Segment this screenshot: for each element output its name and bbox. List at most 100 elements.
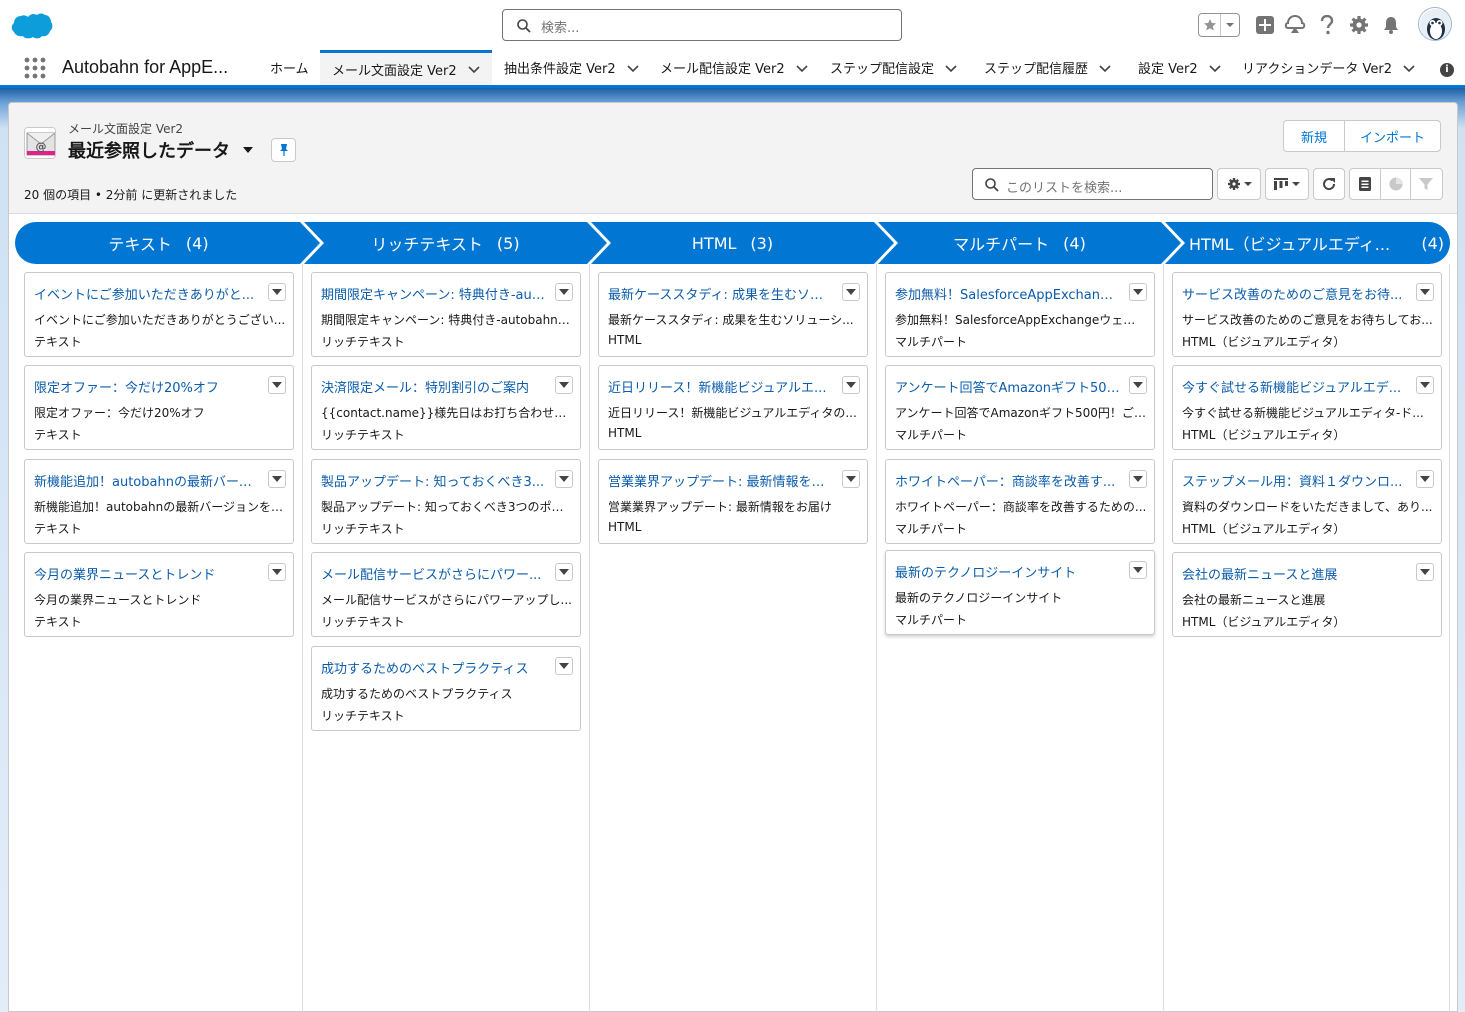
card-menu-chevron-icon[interactable] (842, 470, 860, 488)
tab-mail-delivery-settings[interactable]: メール配信設定 Ver2 (648, 50, 816, 85)
card-menu-chevron-icon[interactable] (1129, 283, 1147, 301)
card-menu-chevron-icon[interactable] (555, 376, 573, 394)
card-title-link[interactable]: 会社の最新ニュースと進展 (1182, 564, 1407, 583)
global-actions-plus-icon[interactable] (1254, 14, 1276, 36)
card-title-link[interactable]: 決済限定メール：特別割引のご案内 (321, 377, 546, 396)
card-menu-chevron-icon[interactable] (842, 283, 860, 301)
chevron-down-icon[interactable] (467, 62, 481, 76)
card-title-link[interactable]: 今すぐ試せる新機能ビジュアルエデ... (1182, 377, 1407, 396)
card-title-link[interactable]: 製品アップデート: 知っておくべき3... (321, 471, 546, 490)
kanban-card[interactable]: 期間限定キャンペーン: 特典付き-aut... 期間限定キャンペーン: 特典付き-… (311, 272, 581, 357)
card-menu-chevron-icon[interactable] (555, 563, 573, 581)
card-title-link[interactable]: ステップメール用：資料１ダウンロ... (1182, 471, 1407, 490)
info-icon[interactable]: i (1440, 63, 1454, 77)
lane-header[interactable]: マルチパート (4) (876, 222, 1163, 264)
setup-gear-icon[interactable] (1348, 14, 1370, 36)
card-title-link[interactable]: 参加無料！SalesforceAppExchangeウ... (895, 284, 1120, 303)
favorites-star-icon[interactable] (1199, 14, 1221, 36)
chevron-down-icon[interactable] (1402, 61, 1416, 75)
chevron-down-icon[interactable] (795, 61, 809, 75)
card-title-link[interactable]: メール配信サービスがさらにパワー... (321, 564, 546, 583)
favorites-menu-chevron-icon[interactable] (1221, 14, 1239, 36)
kanban-card[interactable]: 今月の業界ニュースとトレンド 今月の業界ニュースとトレンド テキスト (24, 552, 294, 637)
kanban-card[interactable]: メール配信サービスがさらにパワー... メール配信サービスがさらにパワーアップし.… (311, 552, 581, 637)
kanban-card[interactable]: 新機能追加！autobahnの最新バージ... 新機能追加！autobahnの最新… (24, 459, 294, 544)
card-title-link[interactable]: ホワイトペーパー：商談率を改善す... (895, 471, 1120, 490)
chevron-down-icon[interactable] (1208, 61, 1222, 75)
card-title-link[interactable]: 最新ケーススタディ: 成果を生むソリ... (608, 284, 833, 303)
kanban-card[interactable]: 会社の最新ニュースと進展 会社の最新ニュースと進展 HTML（ビジュアルエディタ） (1172, 552, 1442, 637)
card-menu-chevron-icon[interactable] (1129, 376, 1147, 394)
list-view-controls-button[interactable] (1217, 168, 1261, 200)
import-button[interactable]: インポート (1344, 121, 1440, 151)
refresh-button[interactable] (1313, 168, 1345, 200)
card-menu-chevron-icon[interactable] (555, 470, 573, 488)
notifications-bell-icon[interactable] (1380, 14, 1402, 36)
list-view-name[interactable]: 最近参照したデータ (68, 137, 230, 163)
tab-settings[interactable]: 設定 Ver2 (1126, 50, 1228, 85)
tab-extraction-settings[interactable]: 抽出条件設定 Ver2 (492, 50, 644, 85)
trailhead-guidance-icon[interactable] (1284, 14, 1306, 36)
card-title-link[interactable]: 近日リリース！新機能ビジュアルエ... (608, 377, 833, 396)
kanban-card[interactable]: 参加無料！SalesforceAppExchangeウ... 参加無料！Sales… (885, 272, 1155, 357)
card-menu-chevron-icon[interactable] (268, 283, 286, 301)
tab-reaction-data[interactable]: リアクションデータ Ver2 (1230, 50, 1428, 85)
card-menu-chevron-icon[interactable] (1416, 563, 1434, 581)
lane-header[interactable]: HTML（ビジュアルエディ... (4) (1163, 222, 1450, 264)
filters-button[interactable] (1410, 169, 1440, 199)
card-title-link[interactable]: 新機能追加！autobahnの最新バージ... (34, 471, 259, 490)
card-menu-chevron-icon[interactable] (1416, 470, 1434, 488)
card-menu-chevron-icon[interactable] (268, 563, 286, 581)
card-menu-chevron-icon[interactable] (268, 376, 286, 394)
help-icon[interactable] (1316, 14, 1338, 36)
pin-list-view-button[interactable] (271, 138, 296, 162)
global-search-input[interactable]: 検索... (502, 9, 902, 41)
card-title-link[interactable]: 最新のテクノロジーインサイト (895, 562, 1120, 581)
kanban-card[interactable]: 限定オファー：今だけ20%オフ 限定オファー：今だけ20%オフ テキスト (24, 365, 294, 450)
kanban-card[interactable]: 最新のテクノロジーインサイト 最新のテクノロジーインサイト マルチパート (885, 550, 1155, 635)
lane-header[interactable]: リッチテキスト (5) (302, 222, 589, 264)
kanban-card[interactable]: ホワイトペーパー：商談率を改善す... ホワイトペーパー：商談率を改善するための.… (885, 459, 1155, 544)
salesforce-logo-icon[interactable] (11, 12, 53, 40)
chevron-down-icon[interactable] (626, 61, 640, 75)
kanban-card[interactable]: イベントにご参加いただきありがと... イベントにご参加いただきありがとうござい.… (24, 272, 294, 357)
card-title-link[interactable]: 成功するためのベストプラクティス (321, 658, 546, 677)
user-avatar[interactable] (1418, 7, 1452, 41)
card-title-link[interactable]: アンケート回答でAmazonギフト500... (895, 377, 1120, 396)
card-menu-chevron-icon[interactable] (268, 470, 286, 488)
favorites-group[interactable] (1198, 13, 1240, 37)
kanban-card[interactable]: 決済限定メール：特別割引のご案内 {{contact.name}}様先日はお打ち合… (311, 365, 581, 450)
card-menu-chevron-icon[interactable] (842, 376, 860, 394)
card-menu-chevron-icon[interactable] (1129, 561, 1147, 579)
tab-step-delivery-history[interactable]: ステップ配信履歴 (972, 50, 1122, 85)
kanban-card[interactable]: 今すぐ試せる新機能ビジュアルエデ... 今すぐ試せる新機能ビジュアルエディタ-ド.… (1172, 365, 1442, 450)
charts-button[interactable] (1380, 169, 1410, 199)
list-view-selector-chevron-icon[interactable] (243, 147, 253, 153)
chevron-down-icon[interactable] (1098, 61, 1112, 75)
lane-header[interactable]: テキスト (4) (15, 222, 302, 264)
edit-list-button[interactable] (1350, 169, 1380, 199)
lane-header[interactable]: HTML (3) (589, 222, 876, 264)
kanban-card[interactable]: アンケート回答でAmazonギフト500... アンケート回答でAmazonギフト… (885, 365, 1155, 450)
tab-mail-template-settings[interactable]: メール文面設定 Ver2 (320, 50, 492, 85)
kanban-card[interactable]: 近日リリース！新機能ビジュアルエ... 近日リリース！新機能ビジュアルエディタの.… (598, 365, 868, 450)
kanban-card[interactable]: サービス改善のためのご意見をお待... サービス改善のためのご意見をお待ちしてお.… (1172, 272, 1442, 357)
tab-home[interactable]: ホーム (258, 50, 320, 85)
kanban-card[interactable]: 成功するためのベストプラクティス 成功するためのベストプラクティス リッチテキスト (311, 646, 581, 731)
card-title-link[interactable]: 限定オファー：今だけ20%オフ (34, 377, 259, 396)
app-launcher-waffle-icon[interactable] (24, 57, 46, 79)
card-menu-chevron-icon[interactable] (555, 657, 573, 675)
card-title-link[interactable]: イベントにご参加いただきありがと... (34, 284, 259, 303)
card-menu-chevron-icon[interactable] (1416, 376, 1434, 394)
kanban-card[interactable]: 最新ケーススタディ: 成果を生むソリ... 最新ケーススタディ: 成果を生むソリュ… (598, 272, 868, 357)
card-menu-chevron-icon[interactable] (555, 283, 573, 301)
card-title-link[interactable]: 営業業界アップデート: 最新情報をお... (608, 471, 833, 490)
new-button[interactable]: 新規 (1284, 121, 1344, 151)
card-menu-chevron-icon[interactable] (1416, 283, 1434, 301)
kanban-card[interactable]: ステップメール用：資料１ダウンロ... 資料のダウンロードをいただきまして、あり.… (1172, 459, 1442, 544)
kanban-card[interactable]: 製品アップデート: 知っておくべき3... 製品アップデート: 知っておくべき3つ… (311, 459, 581, 544)
kanban-card[interactable]: 営業業界アップデート: 最新情報をお... 営業業界アップデート: 最新情報をお届… (598, 459, 868, 544)
card-title-link[interactable]: サービス改善のためのご意見をお待... (1182, 284, 1407, 303)
tab-step-delivery-settings[interactable]: ステップ配信設定 (818, 50, 970, 85)
card-title-link[interactable]: 期間限定キャンペーン: 特典付き-aut... (321, 284, 546, 303)
